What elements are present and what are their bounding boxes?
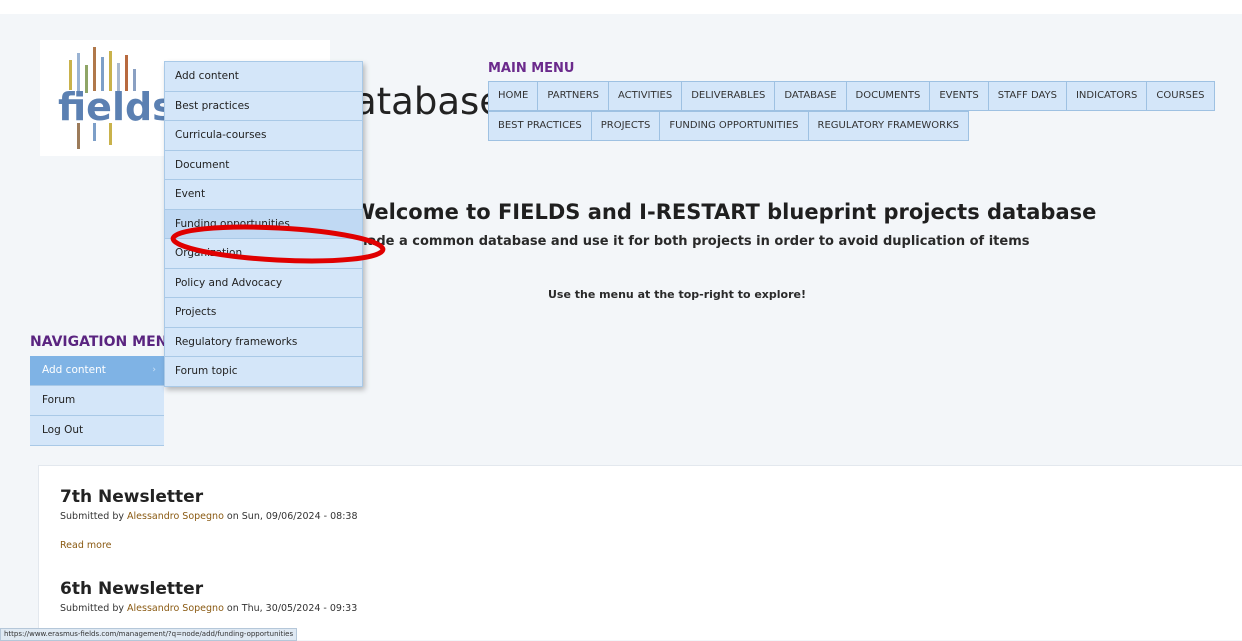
site-name: atabase [354, 80, 503, 123]
dropdown-item-policy-and-advocacy[interactable]: Policy and Advocacy [165, 269, 362, 298]
main-menu-activities[interactable]: ACTIVITIES [608, 81, 683, 111]
main-menu-regulatory-frameworks[interactable]: REGULATORY FRAMEWORKS [807, 111, 970, 141]
dropdown-item-event[interactable]: Event [165, 180, 362, 210]
main-menu-documents[interactable]: DOCUMENTS [845, 81, 931, 111]
logo-text: fields [58, 85, 168, 129]
nav-item-label: Add content [42, 364, 106, 376]
nav-item-label: Log Out [42, 424, 84, 436]
nav-item-add-content[interactable]: Add content › [30, 356, 164, 386]
welcome-hint: Use the menu at the top-right to explore… [548, 288, 807, 301]
dropdown-item-regulatory-frameworks[interactable]: Regulatory frameworks [165, 328, 362, 357]
main-menu-events[interactable]: EVENTS [929, 81, 989, 111]
node-title-link[interactable]: 7th Newsletter [60, 487, 358, 507]
node-teaser: 6th Newsletter Submitted by Alessandro S… [60, 579, 357, 614]
dropdown-item-add-content[interactable]: Add content [165, 62, 362, 92]
status-bar-url: https://www.erasmus-fields.com/managemen… [0, 628, 298, 641]
author-link[interactable]: Alessandro Sopegno [127, 603, 224, 614]
nav-item-forum[interactable]: Forum [30, 386, 164, 416]
main-menu-indicators[interactable]: INDICATORS [1065, 81, 1148, 111]
node-meta: Submitted by Alessandro Sopegno on Thu, … [60, 603, 357, 614]
dropdown-item-document[interactable]: Document [165, 151, 362, 180]
main-menu-home[interactable]: HOME [488, 81, 539, 111]
node-meta: Submitted by Alessandro Sopegno on Sun, … [60, 511, 358, 522]
main-menu-row-1: HOME PARTNERS ACTIVITIES DELIVERABLES DA… [488, 81, 1215, 111]
dropdown-item-forum-topic[interactable]: Forum topic [165, 357, 362, 386]
chevron-right-icon: › [152, 365, 156, 375]
red-highlight-ellipse [170, 224, 386, 264]
welcome-subtitle: made a common database and use it for bo… [354, 234, 1030, 249]
submitted-by-label: Submitted by [60, 511, 124, 522]
fields-logo-icon: fields [58, 47, 168, 149]
main-menu-database[interactable]: DATABASE [774, 81, 847, 111]
read-more-link[interactable]: Read more [60, 540, 358, 551]
node-date: on Sun, 09/06/2024 - 08:38 [226, 511, 358, 522]
nav-item-log-out[interactable]: Log Out [30, 416, 164, 446]
main-menu-title: MAIN MENU [488, 61, 575, 76]
dropdown-item-projects[interactable]: Projects [165, 298, 362, 328]
dropdown-item-best-practices[interactable]: Best practices [165, 92, 362, 121]
dropdown-item-curricula-courses[interactable]: Curricula-courses [165, 121, 362, 151]
main-menu-funding-opportunities[interactable]: FUNDING OPPORTUNITIES [659, 111, 809, 141]
page-top-strip [0, 0, 1242, 14]
submitted-by-label: Submitted by [60, 603, 124, 614]
navigation-menu-title: NAVIGATION MENU [30, 334, 179, 350]
main-menu-deliverables[interactable]: DELIVERABLES [681, 81, 776, 111]
nav-item-label: Forum [42, 394, 76, 406]
navigation-menu: Add content › Forum Log Out [30, 356, 164, 446]
node-title-link[interactable]: 6th Newsletter [60, 579, 357, 599]
main-menu-staff-days[interactable]: STAFF DAYS [987, 81, 1067, 111]
main-menu-row-2: BEST PRACTICES PROJECTS FUNDING OPPORTUN… [488, 111, 970, 141]
main-menu-best-practices[interactable]: BEST PRACTICES [488, 111, 592, 141]
main-menu-projects[interactable]: PROJECTS [590, 111, 661, 141]
author-link[interactable]: Alessandro Sopegno [127, 511, 224, 522]
main-menu-courses[interactable]: COURSES [1146, 81, 1215, 111]
node-teaser: 7th Newsletter Submitted by Alessandro S… [60, 487, 358, 551]
node-date: on Thu, 30/05/2024 - 09:33 [226, 603, 358, 614]
welcome-title: Welcome to FIELDS and I-RESTART blueprin… [352, 200, 1097, 224]
main-menu-partners[interactable]: PARTNERS [537, 81, 609, 111]
